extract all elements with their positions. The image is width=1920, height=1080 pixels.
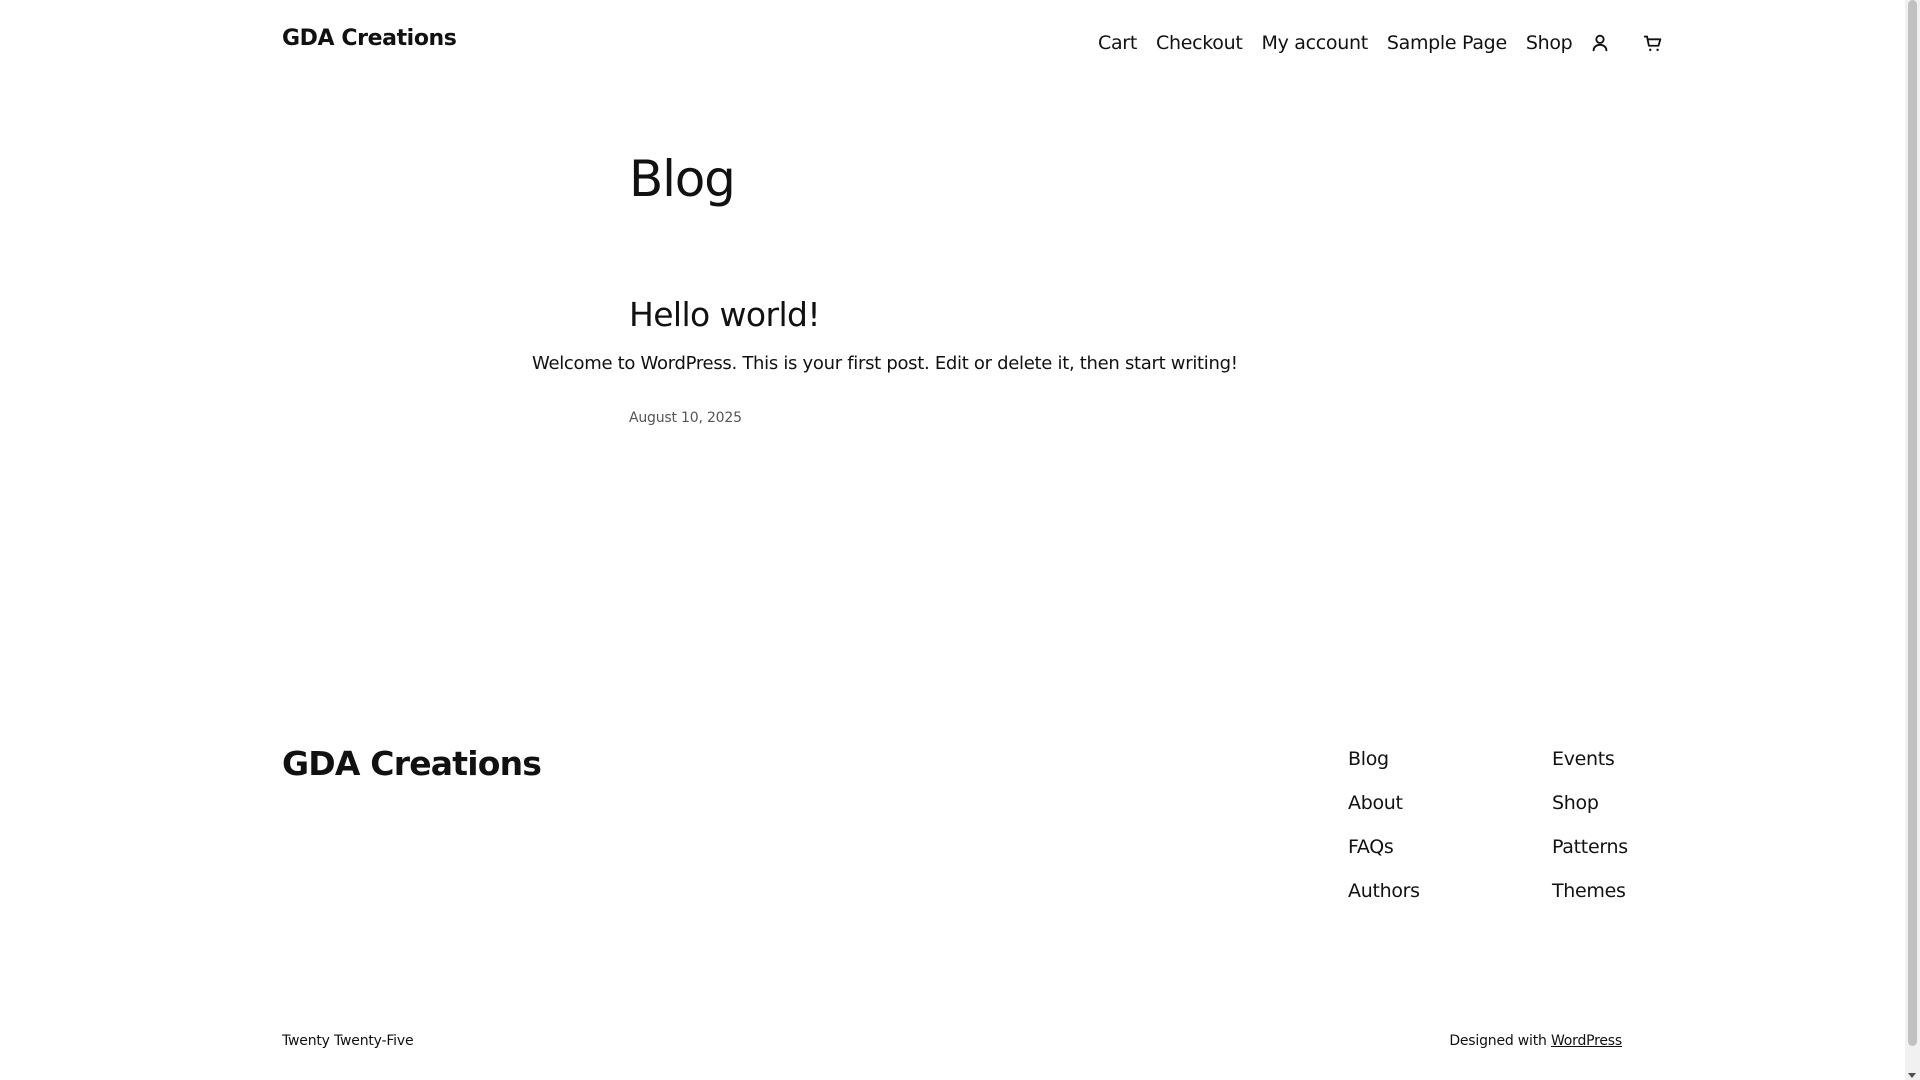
footer-link-faqs[interactable]: FAQs [1348,834,1420,860]
footer-nav-column-2: Events Shop Patterns Themes [1552,746,1628,904]
post-date[interactable]: August 10, 2025 [629,410,742,426]
footer-link-about[interactable]: About [1348,790,1420,816]
footer-theme-name: Twenty Twenty-Five [282,1033,414,1049]
nav-item-my-account[interactable]: My account [1261,32,1368,54]
main-navigation: Cart Checkout My account Sample Page Sho… [1098,30,1666,56]
footer-credit: Designed with WordPress [1449,1033,1622,1049]
footer-link-patterns[interactable]: Patterns [1552,834,1628,860]
scroll-down-arrow-icon[interactable] [1908,1073,1916,1078]
scrollbar-thumb[interactable] [1908,0,1917,1046]
footer-link-authors[interactable]: Authors [1348,878,1420,904]
nav-item-cart[interactable]: Cart [1098,32,1137,54]
footer-nav-column-1: Blog About FAQs Authors [1348,746,1420,904]
page-title: Blog [629,150,736,208]
nav-item-shop[interactable]: Shop [1526,32,1573,54]
vertical-scrollbar[interactable] [1905,0,1920,1080]
nav-item-checkout[interactable]: Checkout [1156,32,1243,54]
post-title-link[interactable]: Hello world! [629,295,821,334]
footer-link-blog[interactable]: Blog [1348,746,1420,772]
user-icon[interactable] [1587,30,1613,56]
wordpress-link[interactable]: WordPress [1551,1033,1622,1049]
footer-link-themes[interactable]: Themes [1552,878,1628,904]
nav-item-sample-page[interactable]: Sample Page [1387,32,1507,54]
site-title-link[interactable]: GDA Creations [282,26,457,51]
footer-credit-prefix: Designed with [1449,1033,1547,1049]
post-excerpt: Welcome to WordPress. This is your first… [532,353,1238,374]
footer-link-shop[interactable]: Shop [1552,790,1628,816]
footer-site-title[interactable]: GDA Creations [282,744,542,783]
shopping-cart-icon[interactable] [1640,30,1666,56]
page: GDA Creations Cart Checkout My account S… [0,0,1920,1080]
footer-link-events[interactable]: Events [1552,746,1628,772]
